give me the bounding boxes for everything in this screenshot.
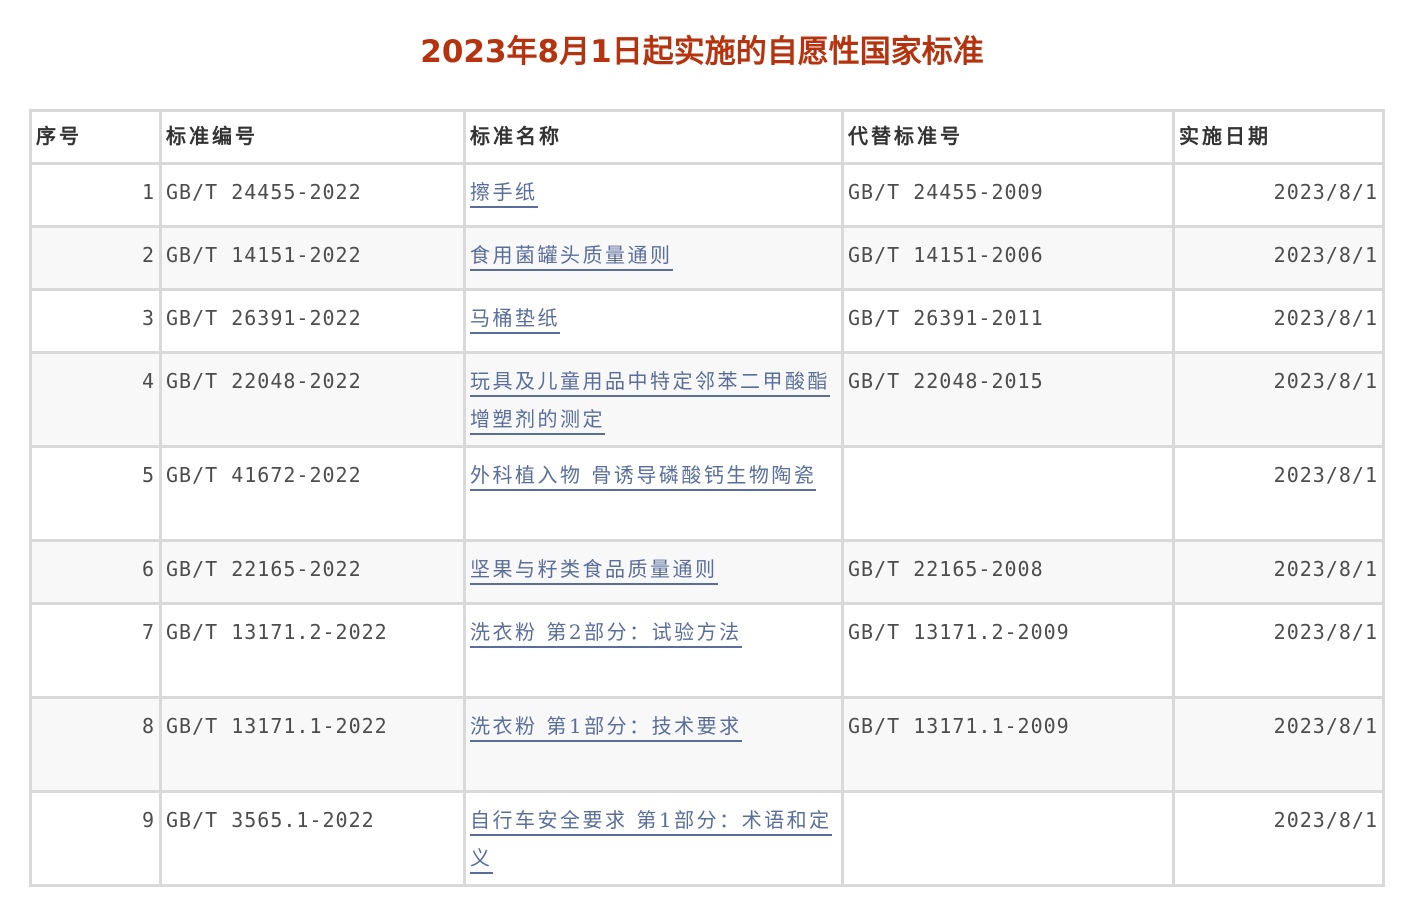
row-index: 1 (29, 162, 162, 228)
standards-table: 序号 标准编号 标准名称 代替标准号 实施日期 1 GB/T 24455-202… (29, 109, 1385, 887)
row-index: 7 (29, 602, 162, 699)
row-effective-date: 2023/8/1 (1172, 445, 1385, 542)
row-replaces: GB/T 14151-2006 (841, 225, 1175, 291)
row-effective-date: 2023/8/1 (1172, 696, 1385, 793)
row-replaces: GB/T 26391-2011 (841, 288, 1175, 354)
row-standard-code: GB/T 13171.2-2022 (159, 602, 466, 699)
row-index: 3 (29, 288, 162, 354)
table-row: 1 GB/T 24455-2022 擦手纸 GB/T 24455-2009 20… (29, 162, 1385, 228)
row-index: 6 (29, 539, 162, 605)
table-row: 4 GB/T 22048-2022 玩具及儿童用品中特定邻苯二甲酸酯增塑剂的测定… (29, 351, 1385, 448)
row-replaces: GB/T 24455-2009 (841, 162, 1175, 228)
row-replaces (841, 445, 1175, 542)
table-row: 9 GB/T 3565.1-2022 自行车安全要求 第1部分：术语和定义 20… (29, 790, 1385, 887)
row-effective-date: 2023/8/1 (1172, 162, 1385, 228)
row-index: 9 (29, 790, 162, 887)
row-replaces (841, 790, 1175, 887)
standard-name-link[interactable]: 坚果与籽类食品质量通则 (470, 557, 718, 585)
row-standard-code: GB/T 13171.1-2022 (159, 696, 466, 793)
standard-name-link[interactable]: 马桶垫纸 (470, 306, 560, 334)
table-row: 3 GB/T 26391-2022 马桶垫纸 GB/T 26391-2011 2… (29, 288, 1385, 354)
table-row: 7 GB/T 13171.2-2022 洗衣粉 第2部分：试验方法 GB/T 1… (29, 602, 1385, 699)
row-effective-date: 2023/8/1 (1172, 288, 1385, 354)
standard-name-link[interactable]: 外科植入物 骨诱导磷酸钙生物陶瓷 (470, 463, 817, 491)
row-standard-name-cell: 食用菌罐头质量通则 (463, 225, 844, 291)
row-standard-name-cell: 玩具及儿童用品中特定邻苯二甲酸酯增塑剂的测定 (463, 351, 844, 448)
standard-name-link[interactable]: 擦手纸 (470, 180, 538, 208)
header-index: 序号 (29, 109, 162, 165)
row-index: 5 (29, 445, 162, 542)
row-standard-name-cell: 外科植入物 骨诱导磷酸钙生物陶瓷 (463, 445, 844, 542)
row-effective-date: 2023/8/1 (1172, 602, 1385, 699)
standard-name-link[interactable]: 自行车安全要求 第1部分：术语和定义 (470, 808, 832, 874)
row-replaces: GB/T 22048-2015 (841, 351, 1175, 448)
row-standard-name-cell: 擦手纸 (463, 162, 844, 228)
row-index: 2 (29, 225, 162, 291)
row-standard-code: GB/T 26391-2022 (159, 288, 466, 354)
table-row: 5 GB/T 41672-2022 外科植入物 骨诱导磷酸钙生物陶瓷 2023/… (29, 445, 1385, 542)
standard-name-link[interactable]: 玩具及儿童用品中特定邻苯二甲酸酯增塑剂的测定 (470, 369, 830, 435)
row-standard-name-cell: 洗衣粉 第2部分：试验方法 (463, 602, 844, 699)
row-index: 8 (29, 696, 162, 793)
standard-name-link[interactable]: 洗衣粉 第2部分：试验方法 (470, 620, 742, 648)
row-replaces: GB/T 13171.1-2009 (841, 696, 1175, 793)
row-effective-date: 2023/8/1 (1172, 790, 1385, 887)
row-standard-code: GB/T 14151-2022 (159, 225, 466, 291)
table-row: 6 GB/T 22165-2022 坚果与籽类食品质量通则 GB/T 22165… (29, 539, 1385, 605)
row-standard-code: GB/T 3565.1-2022 (159, 790, 466, 887)
table-header-row: 序号 标准编号 标准名称 代替标准号 实施日期 (29, 109, 1385, 165)
row-standard-name-cell: 自行车安全要求 第1部分：术语和定义 (463, 790, 844, 887)
table-row: 8 GB/T 13171.1-2022 洗衣粉 第1部分：技术要求 GB/T 1… (29, 696, 1385, 793)
row-effective-date: 2023/8/1 (1172, 225, 1385, 291)
row-index: 4 (29, 351, 162, 448)
header-replaces: 代替标准号 (841, 109, 1175, 165)
row-standard-name-cell: 马桶垫纸 (463, 288, 844, 354)
standard-name-link[interactable]: 食用菌罐头质量通则 (470, 243, 673, 271)
row-standard-code: GB/T 41672-2022 (159, 445, 466, 542)
row-replaces: GB/T 13171.2-2009 (841, 602, 1175, 699)
row-standard-name-cell: 坚果与籽类食品质量通则 (463, 539, 844, 605)
row-effective-date: 2023/8/1 (1172, 351, 1385, 448)
row-standard-code: GB/T 24455-2022 (159, 162, 466, 228)
row-replaces: GB/T 22165-2008 (841, 539, 1175, 605)
standard-name-link[interactable]: 洗衣粉 第1部分：技术要求 (470, 714, 742, 742)
header-standard-code: 标准编号 (159, 109, 466, 165)
page-title: 2023年8月1日起实施的自愿性国家标准 (420, 34, 984, 70)
row-standard-name-cell: 洗衣粉 第1部分：技术要求 (463, 696, 844, 793)
header-standard-name: 标准名称 (463, 109, 844, 165)
row-effective-date: 2023/8/1 (1172, 539, 1385, 605)
row-standard-code: GB/T 22165-2022 (159, 539, 466, 605)
table-row: 2 GB/T 14151-2022 食用菌罐头质量通则 GB/T 14151-2… (29, 225, 1385, 291)
header-effective-date: 实施日期 (1172, 109, 1385, 165)
row-standard-code: GB/T 22048-2022 (159, 351, 466, 448)
